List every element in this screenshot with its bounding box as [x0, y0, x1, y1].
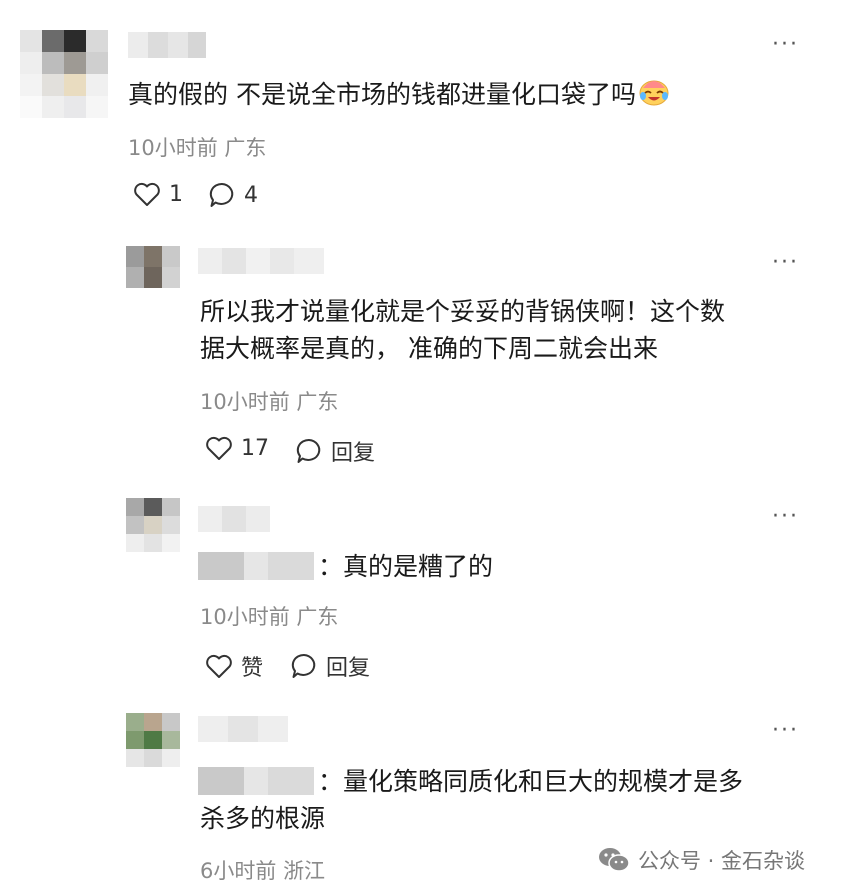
blurred-mention[interactable] [198, 552, 314, 580]
reply-label: 回复 [326, 656, 371, 681]
comment-meta: 10小时前 广东 [128, 136, 267, 160]
more-options-icon[interactable]: ··· [772, 720, 799, 742]
more-options-icon[interactable]: ··· [772, 506, 799, 528]
heart-icon [134, 182, 160, 206]
blurred-username[interactable] [128, 32, 206, 58]
reply-button[interactable]: 回复 [295, 435, 375, 467]
reply-count: 4 [244, 182, 258, 208]
comment-text: ：真的是糟了的 [318, 552, 494, 581]
comment-meta: 6小时前 浙江 [200, 859, 326, 883]
watermark-prefix: 公众号 · [638, 849, 722, 873]
comment-text: ：量化策略同质化和巨大的规模才是多 杀多的根源 [200, 767, 744, 833]
blurred-username[interactable] [198, 506, 270, 532]
comment-meta: 10小时前 广东 [200, 605, 339, 629]
comment-text: 所以我才说量化就是个妥妥的背锅侠啊！这个数 据大概率是真的， 准确的下周二就会出… [200, 297, 726, 363]
wechat-watermark: 公众号 · 金石杂谈 [598, 845, 805, 875]
comment-bubble-icon [296, 438, 321, 463]
like-button[interactable]: 赞 [205, 650, 263, 682]
like-label: 赞 [241, 656, 264, 681]
blurred-username[interactable] [198, 716, 288, 742]
comment-bubble-icon [209, 182, 234, 207]
watermark-name: 金石杂谈 [721, 849, 806, 873]
reply-button[interactable]: 4 [208, 181, 258, 209]
like-count: 1 [169, 181, 183, 207]
avatar[interactable] [126, 713, 180, 767]
crying-laughing-emoji-icon [638, 76, 670, 116]
comment-meta: 10小时前 广东 [200, 390, 339, 414]
heart-icon [206, 436, 232, 460]
like-button[interactable]: 17 [205, 435, 269, 461]
comment-bubble-icon [291, 653, 316, 678]
like-count: 17 [241, 435, 269, 461]
reply-label: 回复 [331, 441, 376, 466]
wechat-icon [599, 848, 630, 872]
avatar[interactable] [126, 498, 180, 552]
avatar[interactable] [126, 246, 180, 288]
blurred-username[interactable] [198, 248, 324, 274]
like-button[interactable]: 1 [133, 181, 183, 207]
reply-button[interactable]: 回复 [290, 650, 370, 682]
comment-text: 真的假的 不是说全市场的钱都进量化口袋了吗 [128, 76, 670, 116]
heart-icon [206, 654, 232, 678]
more-options-icon[interactable]: ··· [772, 34, 799, 56]
more-options-icon[interactable]: ··· [772, 252, 799, 274]
avatar[interactable] [20, 30, 108, 118]
